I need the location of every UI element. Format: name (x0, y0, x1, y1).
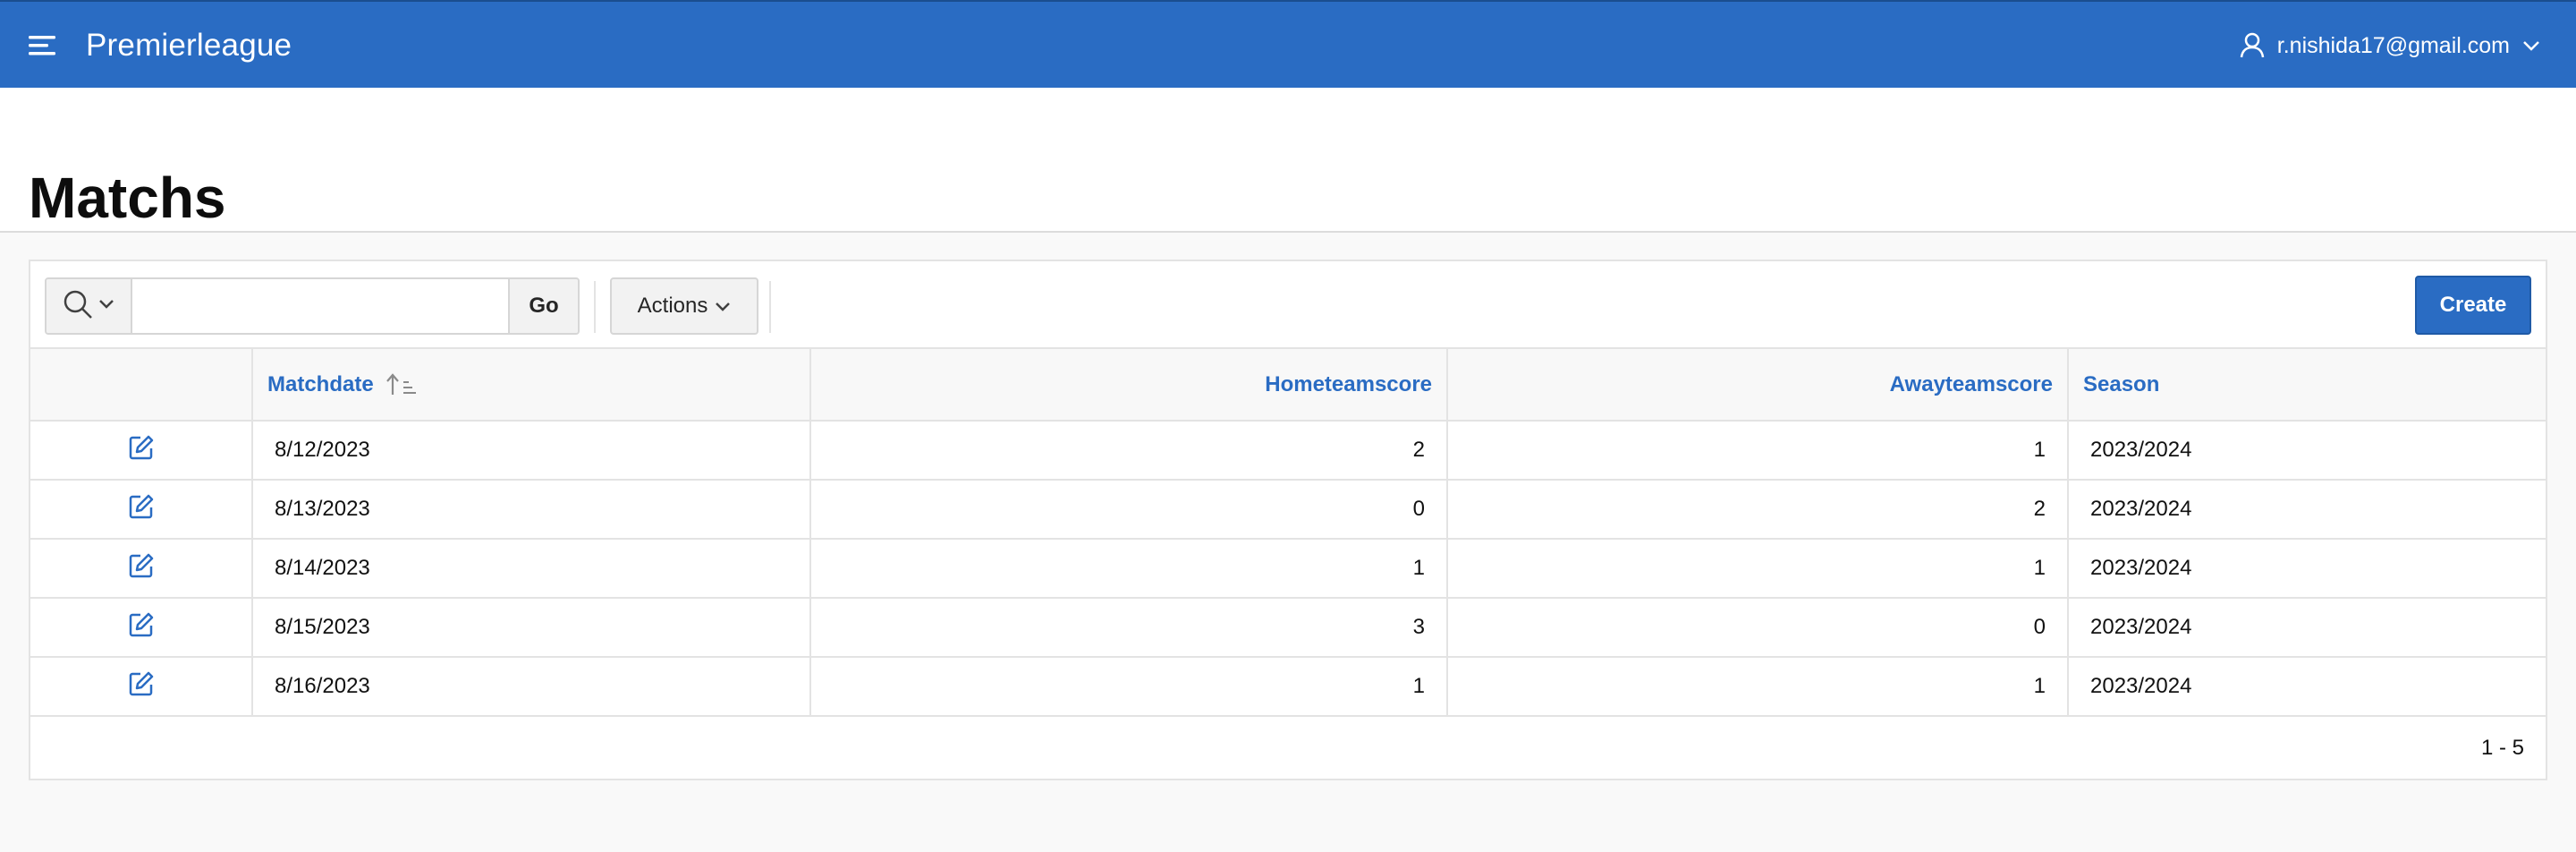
edit-icon[interactable] (128, 670, 155, 703)
cell-matchdate: 8/15/2023 (251, 597, 810, 657)
cell-hometeamscore: 2 (809, 420, 1447, 480)
column-header-hometeamscore[interactable]: Hometeamscore (809, 349, 1447, 421)
edit-cell (30, 597, 252, 657)
cell-season: 2023/2024 (2067, 420, 2546, 480)
cell-hometeamscore: 0 (809, 479, 1447, 539)
report-toolbar: Go Actions Create (30, 261, 2546, 349)
table-row: 8/15/2023 3 0 2023/2024 (30, 597, 2546, 657)
cell-matchdate: 8/14/2023 (251, 538, 810, 598)
chevron-down-icon (98, 298, 114, 314)
cell-season: 2023/2024 (2067, 479, 2546, 539)
column-header-awayteamscore[interactable]: Awayteamscore (1446, 349, 2068, 421)
cell-season: 2023/2024 (2067, 597, 2546, 657)
actions-button[interactable]: Actions (610, 277, 758, 335)
cell-matchdate: 8/16/2023 (251, 656, 810, 717)
column-header-matchdate[interactable]: Matchdate (251, 349, 810, 421)
edit-cell (30, 656, 252, 717)
table-row: 8/16/2023 1 1 2023/2024 (30, 656, 2546, 717)
column-header-edit (30, 349, 252, 421)
search-input[interactable] (132, 279, 508, 333)
edit-icon[interactable] (128, 611, 155, 644)
cell-awayteamscore: 1 (1446, 656, 2068, 717)
cell-season: 2023/2024 (2067, 538, 2546, 598)
search-icon (63, 289, 93, 324)
title-region: Matchs (0, 88, 2576, 233)
user-icon (2240, 32, 2265, 59)
chevron-down-icon (715, 294, 731, 319)
cell-hometeamscore: 1 (809, 538, 1447, 598)
page-title: Matchs (29, 165, 226, 230)
cell-hometeamscore: 1 (809, 656, 1447, 717)
cell-hometeamscore: 3 (809, 597, 1447, 657)
search-bar: Go (45, 277, 580, 335)
app-title[interactable]: Premierleague (86, 27, 292, 64)
edit-cell (30, 479, 252, 539)
edit-icon[interactable] (128, 493, 155, 526)
cell-season: 2023/2024 (2067, 656, 2546, 717)
cell-awayteamscore: 1 (1446, 538, 2068, 598)
table-row: 8/12/2023 2 1 2023/2024 (30, 420, 2546, 480)
column-header-season[interactable]: Season (2067, 349, 2546, 421)
go-button[interactable]: Go (508, 279, 578, 333)
cell-matchdate: 8/12/2023 (251, 420, 810, 480)
create-button[interactable]: Create (2415, 276, 2531, 335)
user-menu[interactable]: r.nishida17@gmail.com (2240, 27, 2540, 64)
toolbar-divider (594, 281, 596, 333)
cell-awayteamscore: 2 (1446, 479, 2068, 539)
user-email: r.nishida17@gmail.com (2276, 32, 2510, 58)
cell-awayteamscore: 0 (1446, 597, 2068, 657)
pagination-range: 1 - 5 (2480, 736, 2524, 760)
sort-ascending-icon (385, 373, 420, 396)
edit-icon[interactable] (128, 552, 155, 585)
table-row: 8/14/2023 1 1 2023/2024 (30, 538, 2546, 598)
app-header: Premierleague r.nishida17@gmail.com (0, 0, 2576, 88)
cell-matchdate: 8/13/2023 (251, 479, 810, 539)
interactive-report: Go Actions Create Matchdate Hometeamscor… (29, 260, 2547, 780)
edit-cell (30, 420, 252, 480)
toolbar-divider (769, 281, 771, 333)
edit-icon[interactable] (128, 434, 155, 467)
edit-cell (30, 538, 252, 598)
table-header-row: Matchdate Hometeamscore Awayteamscore Se… (30, 349, 2546, 421)
actions-label: Actions (637, 294, 708, 318)
search-column-selector[interactable] (47, 279, 132, 333)
report-table: Matchdate Hometeamscore Awayteamscore Se… (30, 349, 2546, 717)
cell-awayteamscore: 1 (1446, 420, 2068, 480)
table-row: 8/13/2023 0 2 2023/2024 (30, 479, 2546, 539)
menu-toggle-icon[interactable] (27, 32, 59, 59)
chevron-down-icon (2522, 39, 2540, 52)
